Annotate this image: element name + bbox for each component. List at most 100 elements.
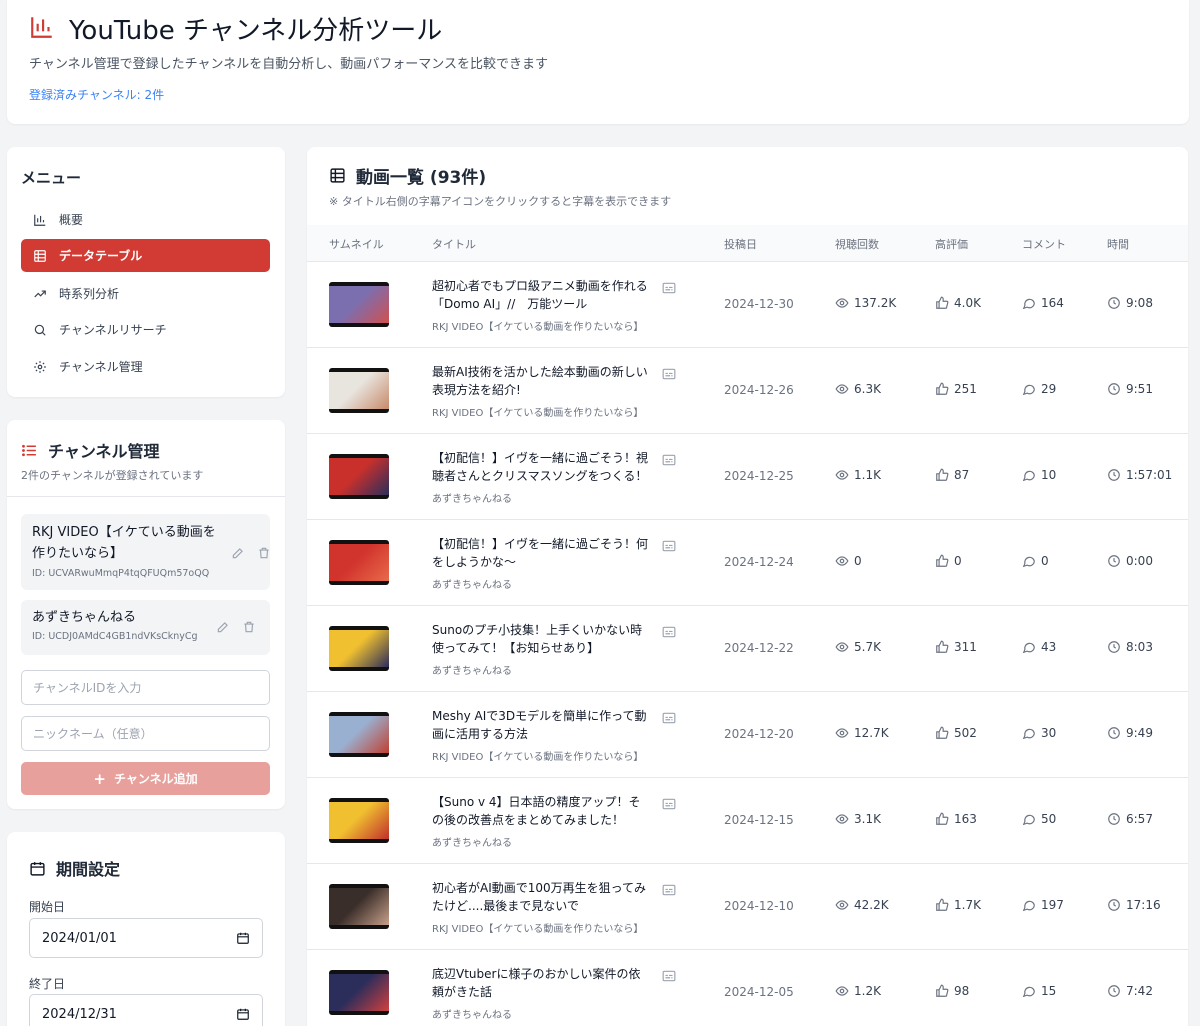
video-date: 2024-12-20	[724, 727, 794, 741]
table-row[interactable]: 最新AI技術を活かした絵本動画の新しい表現方法を紹介! RKJ VIDEO【イケ…	[307, 347, 1188, 433]
video-title[interactable]: Sunoのプチ小技集！上手くいかない時使ってみて！【お知らせあり】	[432, 621, 650, 657]
menu-item-label: 概要	[59, 213, 84, 227]
likes-value: 1.7K	[954, 898, 981, 912]
video-channel: あずきちゃんねる	[432, 838, 512, 849]
thumbs-up-icon	[935, 296, 949, 310]
table-row[interactable]: 【初配信！】イヴを一緒に過ごそう！視聴者さんとクリスマスソングをつくる！ あずき…	[307, 433, 1188, 519]
menu-item-label: 時系列分析	[59, 287, 120, 301]
video-thumbnail[interactable]	[329, 626, 389, 671]
subtitle-icon[interactable]	[662, 970, 676, 982]
table-row[interactable]: 初心者がAI動画で100万再生を狙ってみたけど....最後まで見ないで RKJ …	[307, 863, 1188, 949]
video-thumbnail[interactable]	[329, 884, 389, 929]
column-header[interactable]: 高評価	[935, 236, 968, 252]
bar-chart-icon	[34, 214, 46, 226]
subtitle-icon[interactable]	[662, 282, 676, 294]
edit-icon[interactable]	[216, 620, 230, 634]
comments-value: 29	[1041, 382, 1057, 396]
eye-icon	[835, 296, 849, 310]
views-stat: 0	[835, 554, 862, 568]
channel-mgmt-subtitle: 2件のチャンネルが登録されています	[21, 469, 204, 482]
menu-item-channel-research[interactable]: チャンネルリサーチ	[21, 313, 270, 346]
trash-icon[interactable]	[257, 546, 271, 560]
table-row[interactable]: 【初配信！】イヴを一緒に過ごそう！何をしようかな〜 あずきちゃんねる 2024-…	[307, 519, 1188, 605]
nickname-input[interactable]	[21, 716, 270, 751]
duration-value: 1:57:01	[1126, 468, 1173, 482]
trend-icon	[34, 290, 46, 297]
table-row[interactable]: Meshy AIで3Dモデルを簡単に作って動画に活用する方法 RKJ VIDEO…	[307, 691, 1188, 777]
table-row[interactable]: 底辺Vtuberに様子のおかしい案件の依頼がきた話 あずきちゃんねる 2024-…	[307, 949, 1188, 1026]
likes-value: 502	[954, 726, 977, 740]
likes-stat: 311	[935, 640, 977, 654]
comments-value: 164	[1041, 296, 1064, 310]
video-thumbnail[interactable]	[329, 798, 389, 843]
likes-value: 87	[954, 468, 970, 482]
eye-icon	[835, 382, 849, 396]
views-value: 5.7K	[854, 640, 881, 654]
table-row[interactable]: 【Suno v 4】日本語の精度アップ！その後の改善点をまとめてみました！ あず…	[307, 777, 1188, 863]
video-title[interactable]: Meshy AIで3Dモデルを簡単に作って動画に活用する方法	[432, 707, 650, 743]
column-header[interactable]: コメント	[1022, 236, 1066, 252]
edit-icon[interactable]	[231, 546, 245, 560]
end-date-field[interactable]: 2024/12/31	[29, 994, 263, 1026]
video-thumbnail[interactable]	[329, 282, 389, 327]
menu-item-overview[interactable]: 概要	[21, 203, 270, 236]
video-thumbnail[interactable]	[329, 540, 389, 585]
trash-icon[interactable]	[242, 620, 256, 634]
comment-icon	[1022, 898, 1036, 912]
video-title[interactable]: 超初心者でもプロ級アニメ動画を作れる「Domo AI」// 万能ツール	[432, 277, 650, 313]
menu-item-label: チャンネル管理	[59, 360, 143, 374]
table-header: サムネイル タイトル 投稿日 視聴回数 高評価 コメント 時間	[307, 225, 1188, 261]
menu-item-timeseries[interactable]: 時系列分析	[21, 277, 270, 310]
subtitle-icon[interactable]	[662, 454, 676, 466]
column-header[interactable]: タイトル	[432, 236, 476, 252]
channel-id: ID: UCDJ0AMdC4GB1ndVKsCknyCg	[32, 631, 198, 642]
subtitle-icon[interactable]	[662, 884, 676, 896]
subtitle-icon[interactable]	[662, 798, 676, 810]
thumbs-up-icon	[935, 898, 949, 912]
comments-value: 0	[1041, 554, 1049, 568]
views-stat: 1.2K	[835, 984, 881, 998]
table-row[interactable]: 超初心者でもプロ級アニメ動画を作れる「Domo AI」// 万能ツール RKJ …	[307, 261, 1188, 347]
column-header[interactable]: サムネイル	[329, 236, 384, 252]
comment-icon	[1022, 812, 1036, 826]
duration-stat: 8:03	[1107, 640, 1153, 654]
comments-value: 15	[1041, 984, 1057, 998]
menu-item-data-table[interactable]: データテーブル	[21, 239, 270, 272]
video-thumbnail[interactable]	[329, 368, 389, 413]
eye-icon	[835, 554, 849, 568]
subtitle-icon[interactable]	[662, 712, 676, 724]
video-thumbnail[interactable]	[329, 712, 389, 757]
likes-value: 251	[954, 382, 977, 396]
duration-stat: 9:49	[1107, 726, 1153, 740]
comments-stat: 10	[1022, 468, 1056, 482]
menu-item-channel-mgmt[interactable]: チャンネル管理	[21, 350, 270, 383]
add-channel-button[interactable]: + チャンネル追加	[21, 762, 270, 795]
channel-id-input[interactable]	[21, 670, 270, 705]
video-title[interactable]: 【Suno v 4】日本語の精度アップ！その後の改善点をまとめてみました！	[432, 793, 650, 829]
period-heading: 期間設定	[29, 856, 120, 880]
menu-item-label: チャンネルリサーチ	[59, 323, 167, 337]
channel-name: あずきちゃんねる	[32, 610, 137, 625]
clock-icon	[1107, 296, 1121, 310]
comment-icon	[1022, 468, 1036, 482]
column-header[interactable]: 視聴回数	[835, 236, 879, 252]
subtitle-icon[interactable]	[662, 626, 676, 638]
views-stat: 1.1K	[835, 468, 881, 482]
video-title[interactable]: 初心者がAI動画で100万再生を狙ってみたけど....最後まで見ないで	[432, 879, 650, 915]
video-thumbnail[interactable]	[329, 970, 389, 1015]
start-date-field[interactable]: 2024/01/01	[29, 918, 263, 958]
eye-icon	[835, 726, 849, 740]
column-header[interactable]: 投稿日	[724, 236, 757, 252]
video-title[interactable]: 底辺Vtuberに様子のおかしい案件の依頼がきた話	[432, 965, 650, 1001]
video-title[interactable]: 最新AI技術を活かした絵本動画の新しい表現方法を紹介!	[432, 363, 650, 399]
video-title[interactable]: 【初配信！】イヴを一緒に過ごそう！何をしようかな〜	[432, 535, 650, 571]
column-header[interactable]: 時間	[1107, 236, 1129, 252]
subtitle-icon[interactable]	[662, 368, 676, 380]
video-thumbnail[interactable]	[329, 454, 389, 499]
likes-stat: 251	[935, 382, 977, 396]
comments-stat: 50	[1022, 812, 1056, 826]
subtitle-icon[interactable]	[662, 540, 676, 552]
table-row[interactable]: Sunoのプチ小技集！上手くいかない時使ってみて！【お知らせあり】 あずきちゃん…	[307, 605, 1188, 691]
menu-panel: メニュー 概要 データテーブル 時系列分析 チャンネルリサーチ チャンネル管理	[7, 147, 285, 397]
video-title[interactable]: 【初配信！】イヴを一緒に過ごそう！視聴者さんとクリスマスソングをつくる！	[432, 449, 650, 485]
